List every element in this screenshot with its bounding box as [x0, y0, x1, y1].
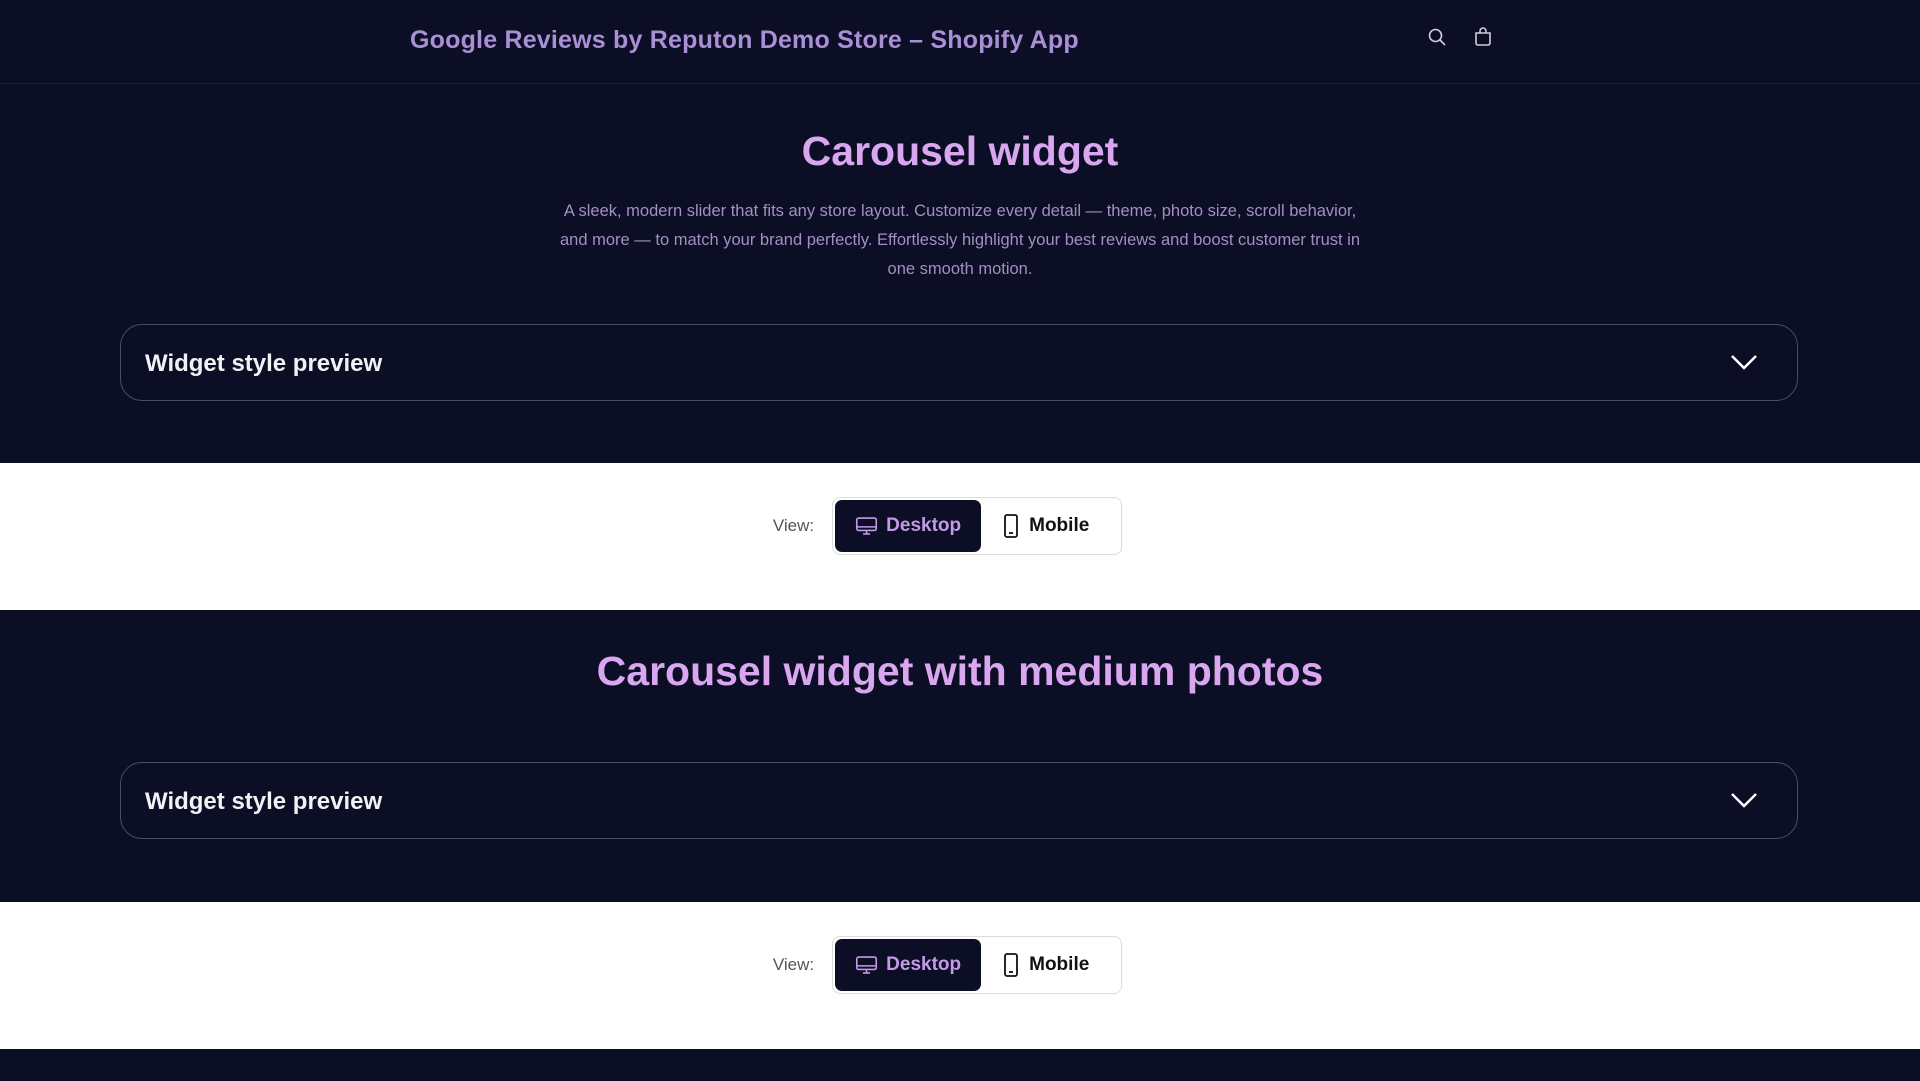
- next-section-edge: [0, 1049, 1920, 1081]
- accordion-label: Widget style preview: [145, 350, 383, 377]
- desktop-view-button[interactable]: Desktop: [835, 500, 982, 552]
- chevron-down-icon: [1731, 355, 1757, 370]
- mobile-view-button[interactable]: Mobile: [981, 500, 1120, 552]
- view-toggle-section: View: Desktop Mobile: [0, 902, 1920, 1049]
- widget-style-preview-accordion[interactable]: Widget style preview: [120, 324, 1798, 401]
- section-description: A sleek, modern slider that fits any sto…: [560, 202, 1361, 278]
- view-toggle: Desktop Mobile: [832, 497, 1123, 555]
- desktop-icon: [856, 517, 878, 535]
- mobile-view-button[interactable]: Mobile: [981, 939, 1120, 991]
- section-heading: Carousel widget with medium photos: [596, 648, 1324, 694]
- chevron-down-icon: [1731, 793, 1757, 808]
- view-label: View:: [772, 516, 815, 535]
- view-label: View:: [772, 955, 815, 974]
- view-toggle: Desktop Mobile: [832, 936, 1123, 994]
- mobile-label: Mobile: [1029, 954, 1090, 975]
- mobile-icon: [1004, 953, 1019, 977]
- desktop-label: Desktop: [886, 515, 962, 536]
- widget-style-preview-accordion[interactable]: Widget style preview: [120, 762, 1798, 839]
- view-row: View: Desktop Mobile: [0, 936, 1920, 994]
- mobile-label: Mobile: [1029, 515, 1090, 536]
- cart-icon[interactable]: [1471, 25, 1495, 49]
- desktop-label: Desktop: [886, 954, 962, 975]
- carousel-widget-section: Carousel widget A sleek, modern slider t…: [0, 84, 1920, 463]
- search-icon[interactable]: [1425, 25, 1449, 49]
- accordion-label: Widget style preview: [145, 788, 383, 815]
- view-row: View: Desktop Mobile: [0, 497, 1920, 555]
- desktop-view-button[interactable]: Desktop: [835, 939, 982, 991]
- section-heading: Carousel widget: [801, 128, 1119, 174]
- site-header: Google Reviews by Reputon Demo Store – S…: [0, 0, 1920, 84]
- view-toggle-section: View: Desktop Mobile: [0, 463, 1920, 610]
- mobile-icon: [1004, 514, 1019, 538]
- desktop-icon: [856, 956, 878, 974]
- store-title-link[interactable]: Google Reviews by Reputon Demo Store – S…: [410, 26, 1079, 55]
- header-icons: [1425, 25, 1495, 49]
- carousel-medium-photos-section: Carousel widget with medium photos Widge…: [0, 610, 1920, 902]
